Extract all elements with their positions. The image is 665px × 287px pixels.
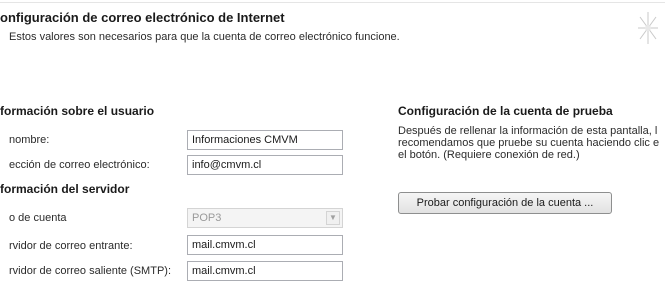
email-field[interactable]: info@cmvm.cl [187,155,343,175]
test-settings-line-1: Después de rellenar la información de es… [398,125,658,137]
account-type-value: POP3 [192,212,222,224]
server-info-heading: formación del servidor [0,182,130,196]
test-settings-line-2: recomendamos que pruebe su cuenta hacien… [398,137,660,149]
account-type-select[interactable]: POP3 ▼ [187,208,343,228]
test-settings-line-3: el botón. (Requiere conexión de red.) [398,149,580,161]
chevron-down-icon[interactable]: ▼ [326,211,340,225]
test-account-settings-button[interactable]: Probar configuración de la cuenta ... [398,192,612,214]
name-field[interactable]: Informaciones CMVM [187,130,343,150]
name-label: nombre: [9,134,50,146]
outgoing-server-field[interactable]: mail.cmvm.cl [187,261,343,281]
user-info-heading: formación sobre el usuario [0,104,155,118]
incoming-server-label: rvidor de correo entrante: [9,240,133,252]
account-type-label: o de cuenta [9,212,67,224]
test-settings-description: Después de rellenar la información de es… [398,125,665,161]
sparkle-icon [638,12,658,44]
page-subtitle: Estos valores son necesarios para que la… [9,31,400,43]
header-panel: onfiguración de correo electrónico de In… [0,0,665,58]
outgoing-server-label: rvidor de correo saliente (SMTP): [9,265,171,277]
page-title: onfiguración de correo electrónico de In… [0,10,285,25]
incoming-server-field[interactable]: mail.cmvm.cl [187,235,343,255]
email-label: ección de correo electrónico: [9,159,150,171]
header-top-divider [0,2,665,3]
test-settings-heading: Configuración de la cuenta de prueba [398,104,613,118]
